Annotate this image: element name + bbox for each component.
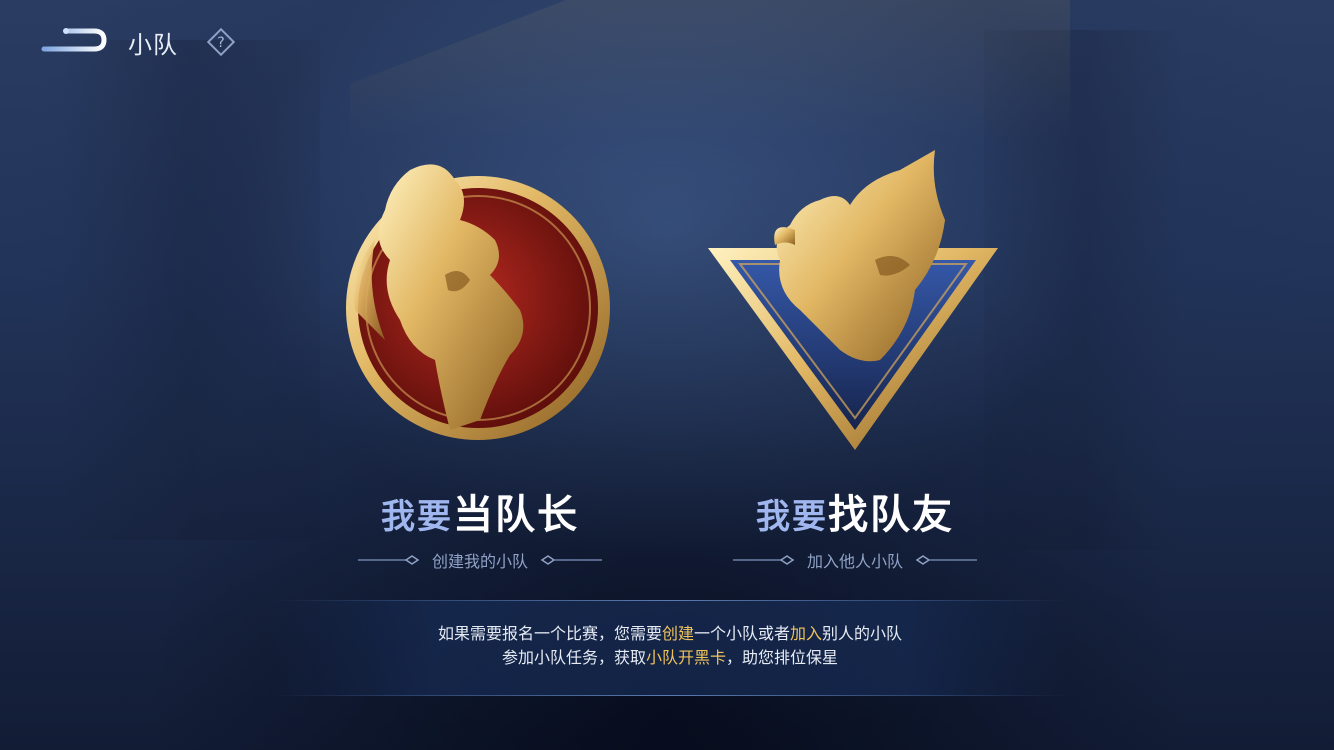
back-arrow-icon [41,28,107,52]
member-subtitle: 加入他人小队 [806,552,903,571]
help-glyph: ? [217,35,224,51]
member-title: 我要找队友 [700,495,1010,535]
member-subtitle-row: 加入他人小队 [700,548,1010,572]
captain-emblem-icon [346,164,610,440]
ornament-right-icon [540,555,602,565]
info-line-1: 如果需要报名一个比赛，您需要创建一个小队或者加入别人的小队 [270,622,1070,646]
back-button[interactable] [40,25,110,59]
member-title-main: 找队友 [828,492,954,538]
info-panel: 如果需要报名一个比赛，您需要创建一个小队或者加入别人的小队 参加小队任务，获取小… [270,600,1070,696]
ornament-right-icon [915,555,977,565]
background-tent [350,0,1070,140]
ornament-left-icon [732,555,795,565]
info-line-1-part-3: 别人的小队 [822,624,903,643]
captain-title: 我要当队长 [330,495,630,535]
info-line-1-part-2: 一个小队或者 [693,624,790,643]
captain-subtitle-row: 创建我的小队 [330,548,630,572]
info-highlight-card: 小队开黑卡 [645,648,726,667]
background-pillar-left [60,40,320,540]
info-line-2-part-1: 参加小队任务，获取 [501,648,646,667]
member-title-prefix: 我要 [756,497,828,537]
captain-subtitle: 创建我的小队 [431,552,528,571]
help-button[interactable]: ? [206,27,236,57]
info-highlight-create: 创建 [661,624,694,643]
ornament-left-icon [357,555,420,565]
header: 小队 ? [40,22,236,62]
page-title: 小队 [128,30,178,59]
info-line-2-part-2: ，助您排位保星 [726,648,839,667]
info-line-1-part-1: 如果需要报名一个比赛，您需要 [437,624,662,643]
question-mark-icon: ? [206,27,236,57]
teammate-emblem-icon [708,150,998,450]
find-teammates-card[interactable]: 我要找队友 加入他人小队 [700,150,1010,590]
info-highlight-join: 加入 [790,624,823,643]
info-line-2: 参加小队任务，获取小队开黑卡，助您排位保星 [270,646,1070,670]
captain-title-prefix: 我要 [381,497,453,537]
captain-title-main: 当队长 [453,492,579,538]
be-captain-card[interactable]: 我要当队长 创建我的小队 [330,150,630,590]
